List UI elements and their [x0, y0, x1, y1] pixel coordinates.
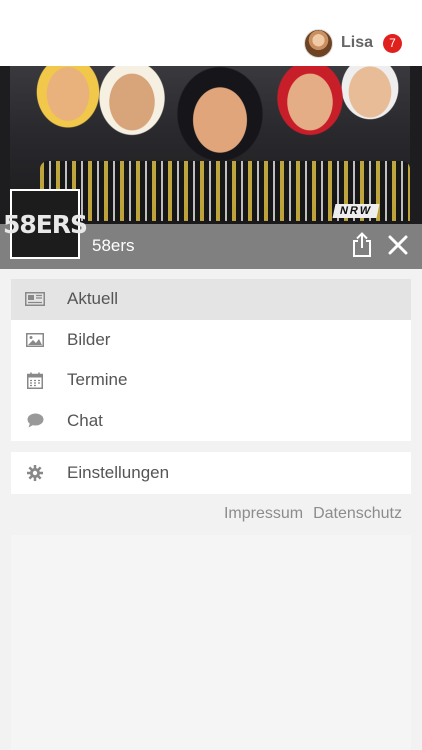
club-name: 58ers: [92, 236, 135, 255]
menu-item-bilder[interactable]: Bilder: [11, 320, 411, 361]
top-bar: Lisa 7: [0, 0, 422, 66]
image-icon: [24, 330, 46, 350]
share-button[interactable]: [351, 232, 373, 258]
newspaper-icon: [24, 289, 46, 309]
gear-icon: [24, 463, 46, 483]
menu-item-label: Termine: [67, 370, 128, 390]
menu-item-label: Chat: [67, 410, 103, 430]
menu-item-label: Bilder: [67, 329, 111, 349]
calendar-icon: [24, 370, 46, 390]
datenschutz-link[interactable]: Datenschutz: [313, 505, 402, 523]
notification-badge[interactable]: 7: [383, 33, 402, 53]
avatar[interactable]: [303, 28, 333, 58]
navigation-menu: Aktuell Bilder Termine Chat: [11, 279, 411, 441]
user-profile[interactable]: Lisa 7: [303, 28, 402, 58]
menu-item-label: Aktuell: [67, 289, 119, 309]
menu-item-termine[interactable]: Termine: [11, 360, 411, 401]
footer-links: Impressum Datenschutz: [224, 505, 402, 523]
settings-section: Einstellungen: [11, 452, 411, 494]
menu-item-label: Einstellungen: [67, 463, 170, 482]
close-icon: [388, 235, 408, 255]
impressum-link[interactable]: Impressum: [224, 505, 303, 523]
menu-item-aktuell[interactable]: Aktuell: [11, 279, 411, 320]
chat-bubble-icon: [24, 411, 46, 431]
menu-item-chat[interactable]: Chat: [11, 401, 411, 442]
menu-item-einstellungen[interactable]: Einstellungen: [11, 452, 411, 494]
share-icon: [353, 232, 371, 257]
empty-content-area: [11, 535, 411, 750]
club-logo: 58ERS: [3, 189, 88, 259]
close-button[interactable]: [387, 234, 409, 256]
user-name[interactable]: Lisa: [341, 34, 373, 52]
club-banner: NRW 58ERS 58ers: [0, 66, 422, 269]
photo-caption: NRW: [332, 204, 380, 218]
